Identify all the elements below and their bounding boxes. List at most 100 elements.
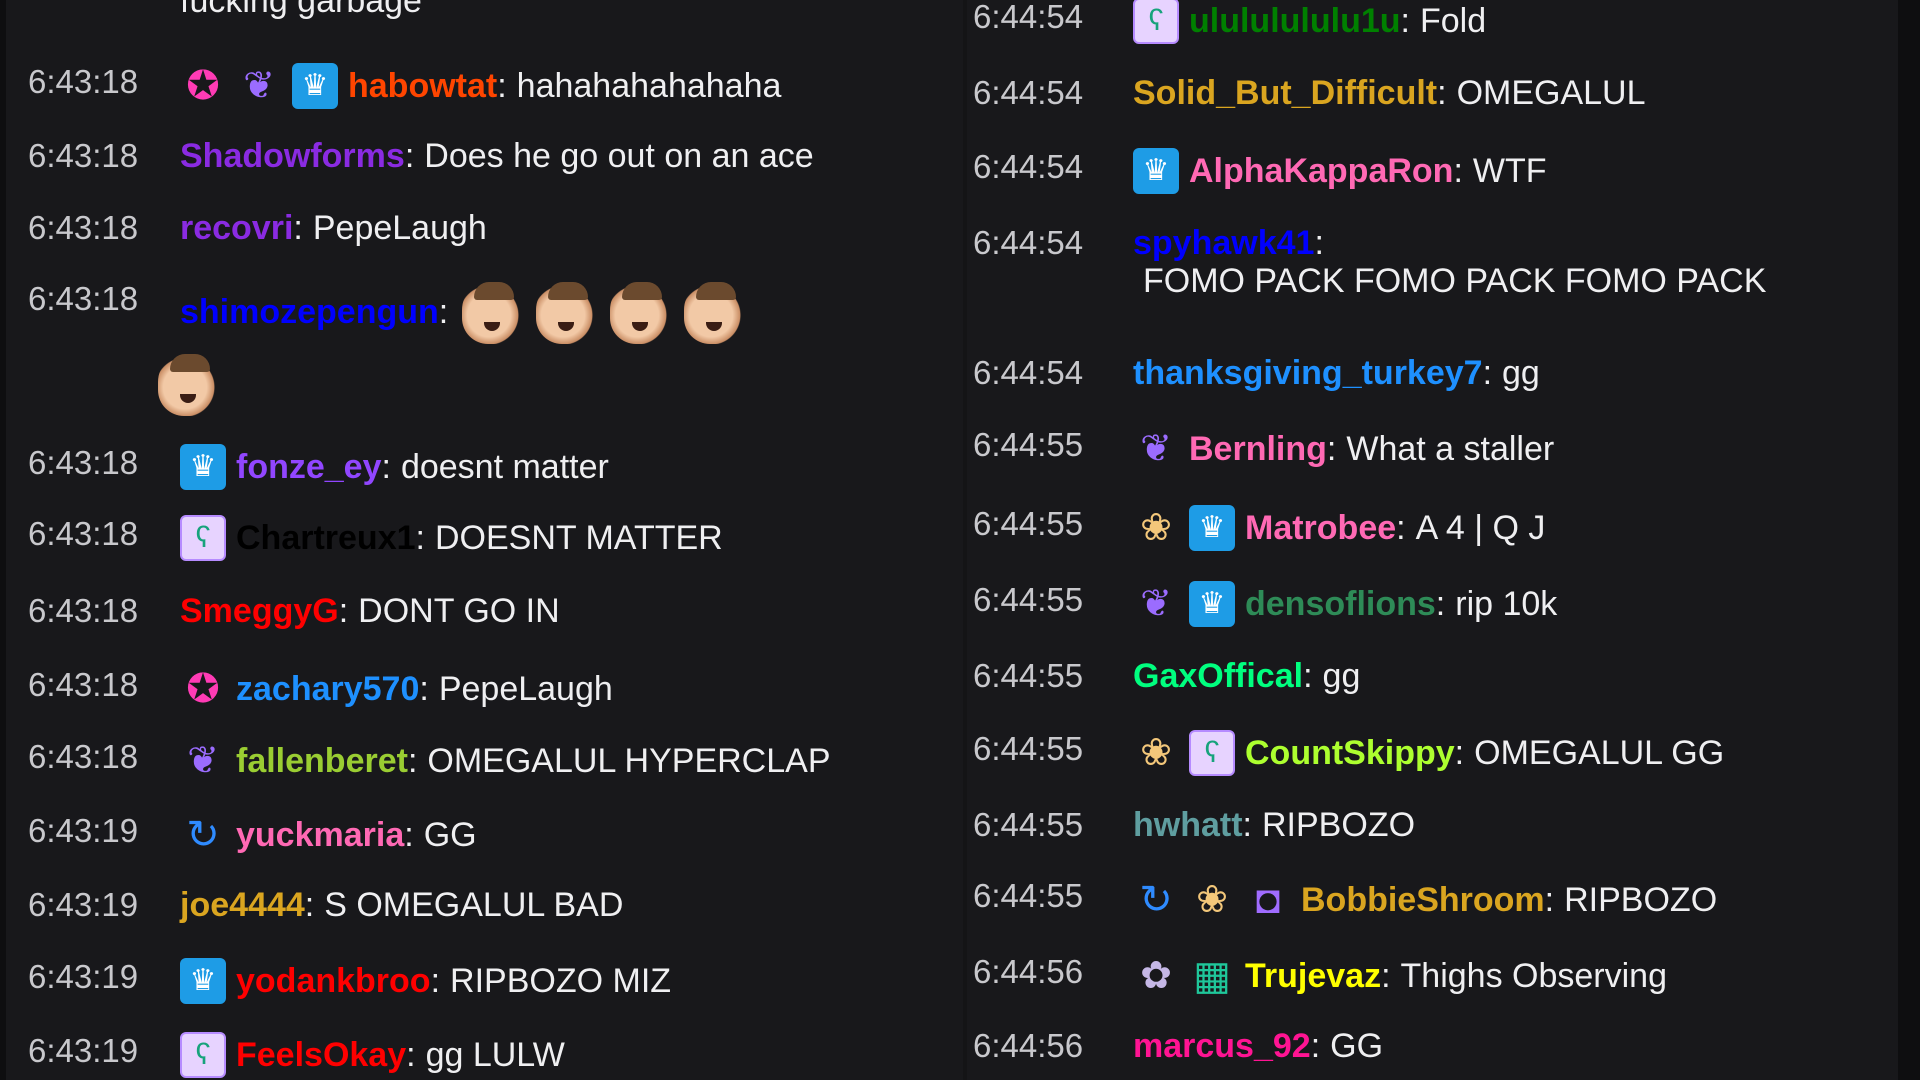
message-body: ↻ yuckmaria: GG: [180, 812, 963, 858]
chat-username[interactable]: CountSkippy: [1245, 734, 1455, 772]
chat-username[interactable]: zachary570: [236, 670, 419, 708]
username-separator: :: [1396, 509, 1406, 547]
message-timestamp: 6:43:18: [28, 280, 139, 317]
frame-badge-icon[interactable]: ◘: [1245, 877, 1291, 923]
crown-badge-icon[interactable]: ♛: [1133, 148, 1179, 194]
chat-username[interactable]: hwhatt: [1133, 806, 1243, 844]
message-text: OMEGALUL HYPERCLAP: [427, 742, 831, 780]
chat-message: 6:44:56 marcus_92: GG: [967, 1027, 1898, 1065]
message-text: Thighs Observing: [1400, 957, 1667, 995]
chat-username[interactable]: Matrobee: [1245, 509, 1396, 547]
message-text: OMEGALUL GG: [1474, 734, 1725, 772]
chat-message: 6:43:18 ♛ fonze_ey: doesnt matter: [6, 444, 963, 490]
crown-badge-icon[interactable]: ♛: [1189, 505, 1235, 551]
username-separator: :: [497, 67, 507, 105]
bird-badge-icon[interactable]: ❦: [1133, 426, 1179, 472]
cow-badge-icon[interactable]: ❀: [1133, 730, 1179, 776]
chat-username[interactable]: Bernling: [1189, 430, 1327, 468]
sub-badge-icon[interactable]: ʕ: [180, 515, 226, 561]
chat-message: 6:44:54 ʕ ulululululu1u: Fold: [967, 0, 1898, 44]
message-body: ʕ ulululululu1u: Fold: [1133, 0, 1898, 44]
chat-username[interactable]: yodankbroo: [236, 962, 431, 1000]
message-timestamp: 6:44:55: [973, 806, 1084, 843]
owl-badge-icon[interactable]: ✿: [1133, 953, 1179, 999]
chat-username[interactable]: Trujevaz: [1245, 957, 1381, 995]
message-text: GG: [423, 816, 477, 854]
chat-username[interactable]: Solid_But_Difficult: [1133, 74, 1437, 112]
bird-badge-icon[interactable]: ❦: [236, 63, 282, 109]
chat-message: 6:44:55 ❦ ♛ densoflions: rip 10k: [967, 581, 1898, 627]
star-badge-icon[interactable]: ✪: [180, 666, 226, 712]
chat-log-left[interactable]: fucking garbage 6:43:18 ✪ ❦ ♛ habowtat: hahaha…: [6, 0, 963, 1080]
message-timestamp: 6:44:55: [973, 657, 1084, 694]
chat-username[interactable]: spyhawk41: [1133, 224, 1314, 262]
message-body: ✿ ▦ Trujevaz: Thighs Observing: [1133, 953, 1898, 999]
sub-badge-icon[interactable]: ʕ: [180, 1032, 226, 1078]
crown-badge-icon[interactable]: ♛: [180, 444, 226, 490]
chat-username[interactable]: BobbieShroom: [1301, 881, 1545, 919]
cow-badge-icon[interactable]: ❀: [1189, 877, 1235, 923]
chat-username[interactable]: habowtat: [348, 67, 497, 105]
chat-username[interactable]: AlphaKappaRon: [1189, 152, 1453, 190]
chat-username[interactable]: yuckmaria: [236, 816, 404, 854]
chat-username[interactable]: Shadowforms: [180, 137, 405, 175]
chat-message: 6:43:18 shimozepengun:: [6, 280, 963, 416]
message-text: gg LULW: [425, 1036, 565, 1074]
message-body: recovri: PepeLaugh: [180, 209, 963, 247]
message-body: marcus_92: GG: [1133, 1027, 1898, 1065]
loop-badge-icon[interactable]: ↻: [180, 812, 226, 858]
message-text: DOESNT MATTER: [434, 519, 723, 557]
chat-username[interactable]: fallenberet: [236, 742, 408, 780]
face-emote-icon[interactable]: [536, 280, 597, 344]
chat-message: 6:43:18 SmeggyG: DONT GO IN: [6, 592, 963, 630]
face-emote-icon[interactable]: [462, 280, 523, 344]
face-emote-icon[interactable]: [610, 280, 671, 344]
bird-badge-icon[interactable]: ❦: [180, 738, 226, 784]
chat-message: 6:43:18 Shadowforms: Does he go out on an …: [6, 137, 963, 175]
sub-badge-icon[interactable]: ʕ: [1133, 0, 1179, 44]
message-body: thanksgiving_turkey7: gg: [1133, 354, 1898, 392]
chat-message: 6:43:18 ✪ zachary570: PepeLaugh: [6, 666, 963, 712]
chat-username[interactable]: Chartreux1: [236, 519, 416, 557]
chat-message: 6:43:19 ʕ FeelsOkay: gg LULW: [6, 1032, 963, 1078]
message-text: S OMEGALUL BAD: [324, 886, 624, 924]
chat-log-right[interactable]: 6:44:54 ʕ ulululululu1u: Fold 6:44:54 Solid_B…: [967, 0, 1898, 1080]
bird-badge-icon[interactable]: ❦: [1133, 581, 1179, 627]
star-badge-icon[interactable]: ✪: [180, 63, 226, 109]
gift-badge-icon[interactable]: ▦: [1189, 953, 1235, 999]
face-emote-icon[interactable]: [684, 280, 745, 344]
crown-badge-icon[interactable]: ♛: [180, 958, 226, 1004]
chat-username[interactable]: thanksgiving_turkey7: [1133, 354, 1483, 392]
chat-username[interactable]: marcus_92: [1133, 1027, 1311, 1065]
username-separator: :: [1544, 881, 1555, 919]
chat-username[interactable]: SmeggyG: [180, 592, 339, 630]
crown-badge-icon[interactable]: ♛: [1189, 581, 1235, 627]
username-separator: :: [293, 209, 303, 247]
chat-message: 6:44:54 Solid_But_Difficult: OMEGALUL: [967, 74, 1898, 112]
crown-badge-icon[interactable]: ♛: [292, 63, 338, 109]
chat-message: 6:44:55 ❀ ʕ CountSkippy: OMEGALUL GG: [967, 730, 1898, 776]
message-text: fucking garbage: [180, 0, 422, 20]
chat-username[interactable]: fonze_ey: [236, 448, 382, 486]
loop-badge-icon[interactable]: ↻: [1133, 877, 1179, 923]
chat-username[interactable]: joe4444: [180, 886, 305, 924]
message-body: ❦ Bernling: What a staller: [1133, 426, 1898, 472]
message-body: ♛ yodankbroo: RIPBOZO MIZ: [180, 958, 963, 1004]
username-separator: :: [1435, 585, 1446, 623]
chat-message: 6:44:55 ❀ ♛ Matrobee: A 4 | Q J: [967, 505, 1898, 551]
chat-username[interactable]: recovri: [180, 209, 293, 247]
chat-username[interactable]: FeelsOkay: [236, 1036, 406, 1074]
sub-badge-icon[interactable]: ʕ: [1189, 730, 1235, 776]
chat-message: 6:43:18 recovri: PepeLaugh: [6, 209, 963, 247]
chat-username[interactable]: shimozepengun: [180, 293, 439, 331]
chat-username[interactable]: densoflions: [1245, 585, 1436, 623]
message-timestamp: 6:44:54: [973, 0, 1084, 35]
cow-badge-icon[interactable]: ❀: [1133, 505, 1179, 551]
username-separator: :: [415, 519, 425, 557]
chat-username[interactable]: GaxOffical: [1133, 657, 1303, 695]
username-separator: :: [1326, 430, 1337, 468]
message-body: ❦ ♛ densoflions: rip 10k: [1133, 581, 1898, 627]
chat-username[interactable]: ulululululu1u: [1189, 2, 1401, 40]
face-emote-icon[interactable]: [158, 352, 218, 416]
message-timestamp: 6:43:18: [28, 515, 139, 552]
